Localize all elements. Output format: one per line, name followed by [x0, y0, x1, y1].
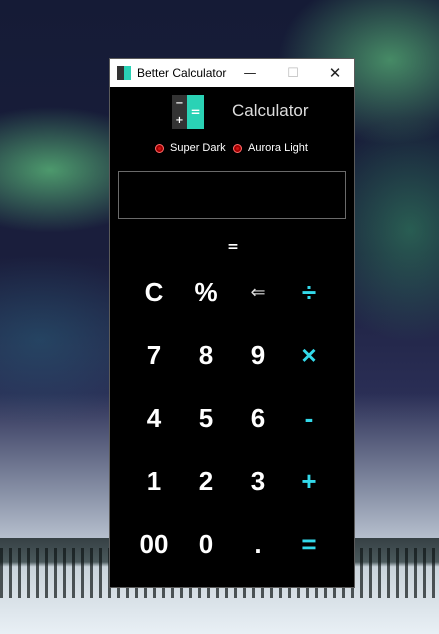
key-percent[interactable]: %	[180, 267, 232, 317]
key-0[interactable]: 0	[180, 519, 232, 569]
calculator-window: Better Calculator — ☐ ✕ − + = Calculator…	[109, 58, 355, 588]
expression-display[interactable]	[118, 171, 346, 219]
key-subtract[interactable]: -	[283, 393, 335, 443]
key-1[interactable]: 1	[128, 456, 180, 506]
key-5[interactable]: 5	[180, 393, 232, 443]
theme-selector: Super Dark Aurora Light	[110, 137, 354, 161]
key-add[interactable]: +	[283, 456, 335, 506]
key-8[interactable]: 8	[180, 330, 232, 380]
app-title: Calculator	[232, 101, 309, 120]
app-icon	[117, 66, 131, 80]
key-decimal[interactable]: .	[232, 519, 284, 569]
key-4[interactable]: 4	[128, 393, 180, 443]
calculator-logo-icon: − + =	[172, 95, 206, 129]
key-3[interactable]: 3	[232, 456, 284, 506]
radio-dot-icon	[233, 143, 242, 153]
key-divide[interactable]: ÷	[283, 267, 335, 317]
key-multiply[interactable]: ×	[283, 330, 335, 380]
key-equals[interactable]: =	[283, 519, 335, 569]
key-backspace[interactable]: ⇐	[232, 267, 284, 317]
radio-dot-icon	[155, 143, 164, 153]
key-9[interactable]: 9	[232, 330, 284, 380]
logo-equals-glyph: =	[190, 105, 201, 119]
result-label: =	[227, 239, 239, 255]
logo-plus-glyph: +	[175, 115, 184, 126]
key-6[interactable]: 6	[232, 393, 284, 443]
key-7[interactable]: 7	[128, 330, 180, 380]
theme-label-aurora-light: Aurora Light	[248, 142, 308, 154]
key-clear[interactable]: C	[128, 267, 180, 317]
window-title: Better Calculator	[137, 66, 227, 80]
title-bar[interactable]: Better Calculator — ☐ ✕	[110, 59, 354, 87]
close-button[interactable]: ✕	[315, 59, 355, 87]
key-00[interactable]: 00	[128, 519, 180, 569]
app-header: − + = Calculator	[110, 87, 354, 137]
logo-minus-glyph: −	[175, 98, 184, 109]
theme-label-super-dark: Super Dark	[170, 142, 226, 154]
theme-radio-super-dark[interactable]: Super Dark	[155, 142, 226, 154]
key-2[interactable]: 2	[180, 456, 232, 506]
minimize-button[interactable]: —	[230, 59, 270, 87]
maximize-button[interactable]: ☐	[273, 59, 313, 87]
theme-radio-aurora-light[interactable]: Aurora Light	[233, 142, 308, 154]
